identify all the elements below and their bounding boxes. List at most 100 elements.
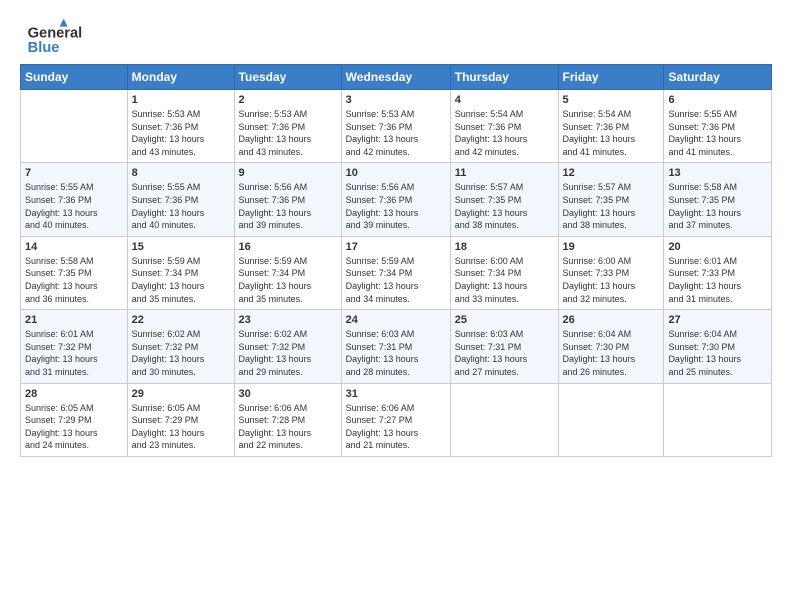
day-info: Sunrise: 6:05 AMSunset: 7:29 PMDaylight:… <box>132 402 230 452</box>
day-number: 12 <box>563 167 660 179</box>
calendar-cell <box>558 383 664 456</box>
day-info: Sunrise: 6:03 AMSunset: 7:31 PMDaylight:… <box>455 328 554 378</box>
day-number: 13 <box>668 167 767 179</box>
day-info: Sunrise: 6:05 AMSunset: 7:29 PMDaylight:… <box>25 402 123 452</box>
day-info: Sunrise: 5:53 AMSunset: 7:36 PMDaylight:… <box>346 108 446 158</box>
day-number: 28 <box>25 388 123 400</box>
day-number: 21 <box>25 314 123 326</box>
day-number: 9 <box>239 167 337 179</box>
day-number: 16 <box>239 241 337 253</box>
day-number: 11 <box>455 167 554 179</box>
day-info: Sunrise: 5:59 AMSunset: 7:34 PMDaylight:… <box>346 255 446 305</box>
calendar-cell: 9Sunrise: 5:56 AMSunset: 7:36 PMDaylight… <box>234 163 341 236</box>
day-info: Sunrise: 5:59 AMSunset: 7:34 PMDaylight:… <box>239 255 337 305</box>
day-header-saturday: Saturday <box>664 65 772 90</box>
day-number: 17 <box>346 241 446 253</box>
day-info: Sunrise: 5:55 AMSunset: 7:36 PMDaylight:… <box>25 181 123 231</box>
day-number: 15 <box>132 241 230 253</box>
day-info: Sunrise: 5:56 AMSunset: 7:36 PMDaylight:… <box>346 181 446 231</box>
day-info: Sunrise: 5:54 AMSunset: 7:36 PMDaylight:… <box>563 108 660 158</box>
calendar-cell: 31Sunrise: 6:06 AMSunset: 7:27 PMDayligh… <box>341 383 450 456</box>
day-info: Sunrise: 5:54 AMSunset: 7:36 PMDaylight:… <box>455 108 554 158</box>
day-info: Sunrise: 6:01 AMSunset: 7:32 PMDaylight:… <box>25 328 123 378</box>
day-info: Sunrise: 5:57 AMSunset: 7:35 PMDaylight:… <box>563 181 660 231</box>
day-number: 1 <box>132 94 230 106</box>
calendar-cell: 10Sunrise: 5:56 AMSunset: 7:36 PMDayligh… <box>341 163 450 236</box>
day-info: Sunrise: 5:58 AMSunset: 7:35 PMDaylight:… <box>25 255 123 305</box>
day-number: 18 <box>455 241 554 253</box>
day-info: Sunrise: 5:55 AMSunset: 7:36 PMDaylight:… <box>668 108 767 158</box>
day-header-wednesday: Wednesday <box>341 65 450 90</box>
day-info: Sunrise: 6:00 AMSunset: 7:33 PMDaylight:… <box>563 255 660 305</box>
day-number: 29 <box>132 388 230 400</box>
day-info: Sunrise: 6:02 AMSunset: 7:32 PMDaylight:… <box>239 328 337 378</box>
calendar-cell: 18 Sunrise: 6:00 AMSunset: 7:34 PMDayligh… <box>450 236 558 309</box>
day-info: Sunrise: 5:53 AMSunset: 7:36 PMDaylight:… <box>132 108 230 158</box>
day-number: 20 <box>668 241 767 253</box>
calendar-cell: 16 Sunrise: 5:59 AMSunset: 7:34 PMDayligh… <box>234 236 341 309</box>
calendar-week-2: 7 Sunrise: 5:55 AMSunset: 7:36 PMDaylight… <box>21 163 772 236</box>
day-number: 7 <box>25 167 123 179</box>
calendar-cell: 6Sunrise: 5:55 AMSunset: 7:36 PMDaylight… <box>664 90 772 163</box>
calendar-cell: 20 Sunrise: 6:01 AMSunset: 7:33 PMDayligh… <box>664 236 772 309</box>
day-info: Sunrise: 6:00 AMSunset: 7:34 PMDaylight:… <box>455 255 554 305</box>
day-number: 5 <box>563 94 660 106</box>
day-number: 25 <box>455 314 554 326</box>
calendar-week-3: 14Sunrise: 5:58 AMSunset: 7:35 PMDayligh… <box>21 236 772 309</box>
calendar-cell: 15 Sunrise: 5:59 AMSunset: 7:34 PMDayligh… <box>127 236 234 309</box>
calendar-cell: 29 Sunrise: 6:05 AMSunset: 7:29 PMDayligh… <box>127 383 234 456</box>
day-number: 8 <box>132 167 230 179</box>
calendar-header-row: SundayMondayTuesdayWednesdayThursdayFrid… <box>21 65 772 90</box>
calendar-cell: 26Sunrise: 6:04 AMSunset: 7:30 PMDayligh… <box>558 310 664 383</box>
day-header-tuesday: Tuesday <box>234 65 341 90</box>
day-number: 4 <box>455 94 554 106</box>
day-number: 26 <box>563 314 660 326</box>
day-info: Sunrise: 5:53 AMSunset: 7:36 PMDaylight:… <box>239 108 337 158</box>
calendar-cell: 11 Sunrise: 5:57 AMSunset: 7:35 PMDayligh… <box>450 163 558 236</box>
calendar-cell: 27Sunrise: 6:04 AMSunset: 7:30 PMDayligh… <box>664 310 772 383</box>
calendar-cell <box>21 90 128 163</box>
calendar-cell: 3 Sunrise: 5:53 AMSunset: 7:36 PMDaylight… <box>341 90 450 163</box>
calendar-cell: 24Sunrise: 6:03 AMSunset: 7:31 PMDayligh… <box>341 310 450 383</box>
calendar-week-5: 28 Sunrise: 6:05 AMSunset: 7:29 PMDayligh… <box>21 383 772 456</box>
calendar-week-1: 1 Sunrise: 5:53 AMSunset: 7:36 PMDaylight… <box>21 90 772 163</box>
day-info: Sunrise: 5:57 AMSunset: 7:35 PMDaylight:… <box>455 181 554 231</box>
calendar-cell: 8Sunrise: 5:55 AMSunset: 7:36 PMDaylight… <box>127 163 234 236</box>
calendar-cell: 14Sunrise: 5:58 AMSunset: 7:35 PMDayligh… <box>21 236 128 309</box>
calendar-week-4: 21 Sunrise: 6:01 AMSunset: 7:32 PMDayligh… <box>21 310 772 383</box>
calendar-cell: 25 Sunrise: 6:03 AMSunset: 7:31 PMDayligh… <box>450 310 558 383</box>
day-number: 30 <box>239 388 337 400</box>
svg-text:General: General <box>28 25 83 41</box>
calendar-cell: 4 Sunrise: 5:54 AMSunset: 7:36 PMDaylight… <box>450 90 558 163</box>
day-number: 2 <box>239 94 337 106</box>
day-info: Sunrise: 5:58 AMSunset: 7:35 PMDaylight:… <box>668 181 767 231</box>
day-header-thursday: Thursday <box>450 65 558 90</box>
day-info: Sunrise: 6:02 AMSunset: 7:32 PMDaylight:… <box>132 328 230 378</box>
calendar-cell <box>450 383 558 456</box>
day-number: 22 <box>132 314 230 326</box>
calendar-cell: 2 Sunrise: 5:53 AMSunset: 7:36 PMDaylight… <box>234 90 341 163</box>
day-header-monday: Monday <box>127 65 234 90</box>
day-number: 31 <box>346 388 446 400</box>
day-number: 19 <box>563 241 660 253</box>
day-info: Sunrise: 6:06 AMSunset: 7:28 PMDaylight:… <box>239 402 337 452</box>
day-number: 3 <box>346 94 446 106</box>
calendar-table: SundayMondayTuesdayWednesdayThursdayFrid… <box>20 64 772 457</box>
logo: General Blue <box>20 16 110 56</box>
day-number: 23 <box>239 314 337 326</box>
calendar-cell: 30 Sunrise: 6:06 AMSunset: 7:28 PMDayligh… <box>234 383 341 456</box>
calendar-cell: 1 Sunrise: 5:53 AMSunset: 7:36 PMDaylight… <box>127 90 234 163</box>
page-header: General Blue <box>20 16 772 56</box>
day-info: Sunrise: 6:04 AMSunset: 7:30 PMDaylight:… <box>668 328 767 378</box>
calendar-cell: 17 Sunrise: 5:59 AMSunset: 7:34 PMDayligh… <box>341 236 450 309</box>
calendar-cell: 7 Sunrise: 5:55 AMSunset: 7:36 PMDaylight… <box>21 163 128 236</box>
day-info: Sunrise: 6:01 AMSunset: 7:33 PMDaylight:… <box>668 255 767 305</box>
calendar-cell: 28 Sunrise: 6:05 AMSunset: 7:29 PMDayligh… <box>21 383 128 456</box>
svg-text:Blue: Blue <box>28 40 60 56</box>
logo-icon: General Blue <box>20 16 110 56</box>
calendar-cell <box>664 383 772 456</box>
day-info: Sunrise: 5:59 AMSunset: 7:34 PMDaylight:… <box>132 255 230 305</box>
calendar-cell: 21 Sunrise: 6:01 AMSunset: 7:32 PMDayligh… <box>21 310 128 383</box>
calendar-cell: 12 Sunrise: 5:57 AMSunset: 7:35 PMDayligh… <box>558 163 664 236</box>
calendar-cell: 22 Sunrise: 6:02 AMSunset: 7:32 PMDayligh… <box>127 310 234 383</box>
